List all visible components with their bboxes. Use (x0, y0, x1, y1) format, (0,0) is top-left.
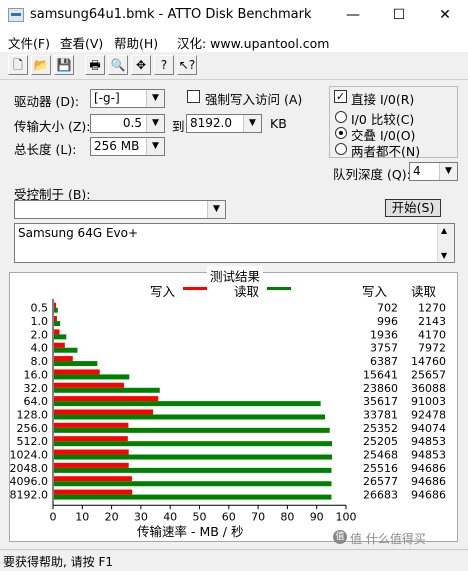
write-value: 35617 (363, 395, 398, 408)
write-value: 25516 (363, 462, 398, 475)
write-value: 25205 (363, 435, 398, 448)
write-value: 15641 (363, 368, 398, 381)
read-bar (54, 347, 78, 353)
read-value: 91003 (411, 395, 446, 408)
write-bar (54, 462, 129, 468)
write-bar (54, 449, 129, 455)
write-bar (54, 489, 133, 495)
write-value: 26577 (363, 475, 398, 488)
status-text: 要获得帮助, 请按 F1 (3, 555, 113, 569)
write-bar (54, 382, 125, 388)
read-bar (54, 334, 67, 340)
benchmark-chart: 0 10 20 30 40 50 60 70 80 90 1000.5 702 12701.0 996 21… (10, 299, 446, 523)
read-bar (54, 467, 332, 473)
category-label: 8.0 (31, 355, 49, 368)
category-label: 1024.0 (10, 449, 49, 462)
write-value: 996 (377, 315, 398, 328)
category-label: 1.0 (31, 315, 49, 328)
read-bar (54, 307, 58, 313)
x-tick-label: 0 (50, 510, 57, 523)
write-bar (54, 342, 65, 348)
write-value: 3757 (370, 342, 398, 355)
read-value: 94853 (411, 449, 446, 462)
read-bar (54, 427, 330, 433)
x-tick-label: 90 (310, 510, 324, 523)
write-bar (54, 476, 132, 482)
write-value: 33781 (363, 408, 398, 421)
read-value: 14760 (411, 355, 446, 368)
category-label: 2.0 (31, 328, 49, 341)
read-bar (54, 441, 333, 447)
read-value: 94686 (411, 475, 446, 488)
read-bar (54, 374, 130, 380)
write-value: 6387 (370, 355, 398, 368)
write-bar (54, 422, 129, 428)
category-label: 64.0 (24, 395, 49, 408)
x-tick-label: 10 (75, 510, 89, 523)
read-value: 94686 (411, 489, 446, 502)
read-bar (54, 414, 326, 420)
read-bar (54, 481, 332, 487)
read-value: 7972 (418, 342, 446, 355)
write-bar (54, 302, 57, 308)
read-value: 4170 (418, 328, 446, 341)
x-tick-label: 20 (105, 510, 119, 523)
read-bar (54, 454, 333, 460)
read-value: 1270 (418, 302, 446, 315)
category-label: 0.5 (31, 302, 49, 315)
write-value: 25468 (363, 449, 398, 462)
read-value: 25657 (411, 368, 446, 381)
read-value: 94074 (411, 422, 446, 435)
write-value: 23860 (363, 382, 398, 395)
category-label: 128.0 (17, 408, 49, 421)
write-bar (54, 436, 128, 442)
read-value: 2143 (418, 315, 446, 328)
x-axis-label: 传输速率 - MB / 秒 (137, 524, 244, 539)
write-bar (54, 409, 154, 415)
x-tick-label: 70 (251, 510, 265, 523)
write-value: 26683 (363, 489, 398, 502)
watermark-logo: 值 (333, 530, 347, 544)
category-label: 4.0 (31, 342, 49, 355)
category-label: 256.0 (17, 422, 49, 435)
read-value: 94853 (411, 435, 446, 448)
read-bar (54, 361, 98, 367)
write-bar (54, 396, 159, 402)
status-bar: 要获得帮助, 请按 F1 值 值 什么值得买 (0, 530, 468, 571)
write-bar (54, 329, 60, 335)
read-value: 36088 (411, 382, 446, 395)
category-label: 16.0 (24, 368, 49, 381)
read-bar (54, 494, 332, 500)
write-bar (54, 316, 57, 322)
watermark-text: 值 什么值得买 (350, 532, 426, 546)
read-bar (54, 387, 160, 393)
category-label: 512.0 (17, 435, 49, 448)
read-bar (54, 401, 321, 407)
write-bar (54, 369, 100, 375)
read-bar (54, 321, 61, 327)
category-label: 2048.0 (10, 462, 49, 475)
write-value: 1936 (370, 328, 398, 341)
read-value: 94686 (411, 462, 446, 475)
category-label: 4096.0 (10, 475, 49, 488)
write-value: 25352 (363, 422, 398, 435)
category-label: 8192.0 (10, 489, 49, 502)
x-tick-label: 100 (336, 510, 357, 523)
category-label: 32.0 (24, 382, 49, 395)
write-bar (54, 356, 73, 362)
write-value: 702 (377, 302, 398, 315)
x-tick-label: 80 (280, 510, 294, 523)
read-value: 92478 (411, 408, 446, 421)
